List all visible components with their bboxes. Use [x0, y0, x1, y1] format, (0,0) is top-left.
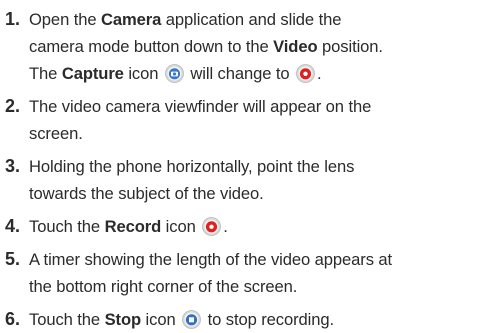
step-text: Open the Camera application and slide th…	[25, 6, 471, 87]
step-text-segment: Open the	[29, 10, 101, 29]
step-item: 3. Holding the phone horizontally, point …	[5, 153, 471, 207]
step-text-segment: camera mode button down to the	[29, 37, 274, 56]
record-icon	[202, 217, 222, 236]
step-text-segment: icon	[161, 217, 201, 236]
step-line: camera mode button down to the Video pos…	[29, 33, 471, 60]
step-text-segment: icon	[141, 310, 181, 329]
step-text-segment: to stop recording.	[203, 310, 335, 329]
step-item: 5. A timer showing the length of the vide…	[5, 246, 471, 300]
step-line: Open the Camera application and slide th…	[29, 6, 471, 33]
instruction-document: 1. Open the Camera application and slide …	[0, 0, 477, 329]
step-text-segment: Touch the	[29, 217, 105, 236]
step-line: screen.	[29, 120, 471, 147]
step-text-segment: A timer showing the length of the video …	[29, 250, 393, 269]
step-line: A timer showing the length of the video …	[29, 246, 471, 273]
capture-icon	[164, 64, 184, 83]
step-item: 2. The video camera viewfinder will appea…	[5, 93, 471, 147]
step-text: A timer showing the length of the video …	[25, 246, 471, 300]
step-line: the bottom right corner of the screen.	[29, 273, 471, 300]
step-number: 6.	[5, 309, 21, 329]
step-text: The video camera viewfinder will appear …	[25, 93, 471, 147]
step-text-segment: Touch the	[29, 310, 105, 329]
step-line: Touch the Stop icon to stop recording.	[29, 306, 471, 333]
step-number: 3.	[5, 156, 21, 176]
step-text-segment: .	[223, 217, 228, 236]
bold-term: Video	[273, 37, 318, 56]
step-item: 4. Touch the Record icon .	[5, 213, 471, 240]
step-text-segment: .	[317, 64, 322, 83]
step-text-segment: will change to	[185, 64, 295, 83]
step-line: towards the subject of the video.	[29, 180, 471, 207]
step-item: 6. Touch the Stop icon to stop recording.	[5, 306, 471, 333]
step-number: 4.	[5, 216, 21, 236]
step-text-segment: icon	[123, 64, 163, 83]
bold-term: Capture	[61, 64, 124, 83]
step-text-segment: the bottom right corner of the screen.	[29, 277, 298, 296]
step-text: Touch the Stop icon to stop recording.	[25, 306, 471, 333]
bold-term: Camera	[100, 10, 162, 29]
step-text-segment: position.	[317, 37, 383, 56]
step-number: 1.	[5, 9, 21, 29]
step-text: Holding the phone horizontally, point th…	[25, 153, 471, 207]
step-line: Holding the phone horizontally, point th…	[29, 153, 471, 180]
step-number: 5.	[5, 249, 21, 269]
bold-term: Stop	[104, 310, 142, 329]
step-text-segment: screen.	[29, 124, 83, 143]
stop-icon	[182, 310, 202, 329]
step-text: Touch the Record icon .	[25, 213, 471, 240]
step-item: 1. Open the Camera application and slide …	[5, 6, 471, 87]
step-line: Touch the Record icon .	[29, 213, 471, 240]
bold-term: Record	[104, 217, 162, 236]
step-text-segment: The video camera viewfinder will appear …	[29, 97, 372, 116]
step-line: The video camera viewfinder will appear …	[29, 93, 471, 120]
step-text-segment: Holding the phone horizontally, point th…	[29, 157, 355, 176]
step-number: 2.	[5, 96, 21, 116]
step-text-segment: towards the subject of the video.	[29, 184, 264, 203]
video-record-icon	[296, 64, 315, 83]
step-line: The Capture icon will change to .	[29, 60, 471, 87]
step-text-segment: The	[29, 64, 62, 83]
step-text-segment: application and slide the	[161, 10, 342, 29]
